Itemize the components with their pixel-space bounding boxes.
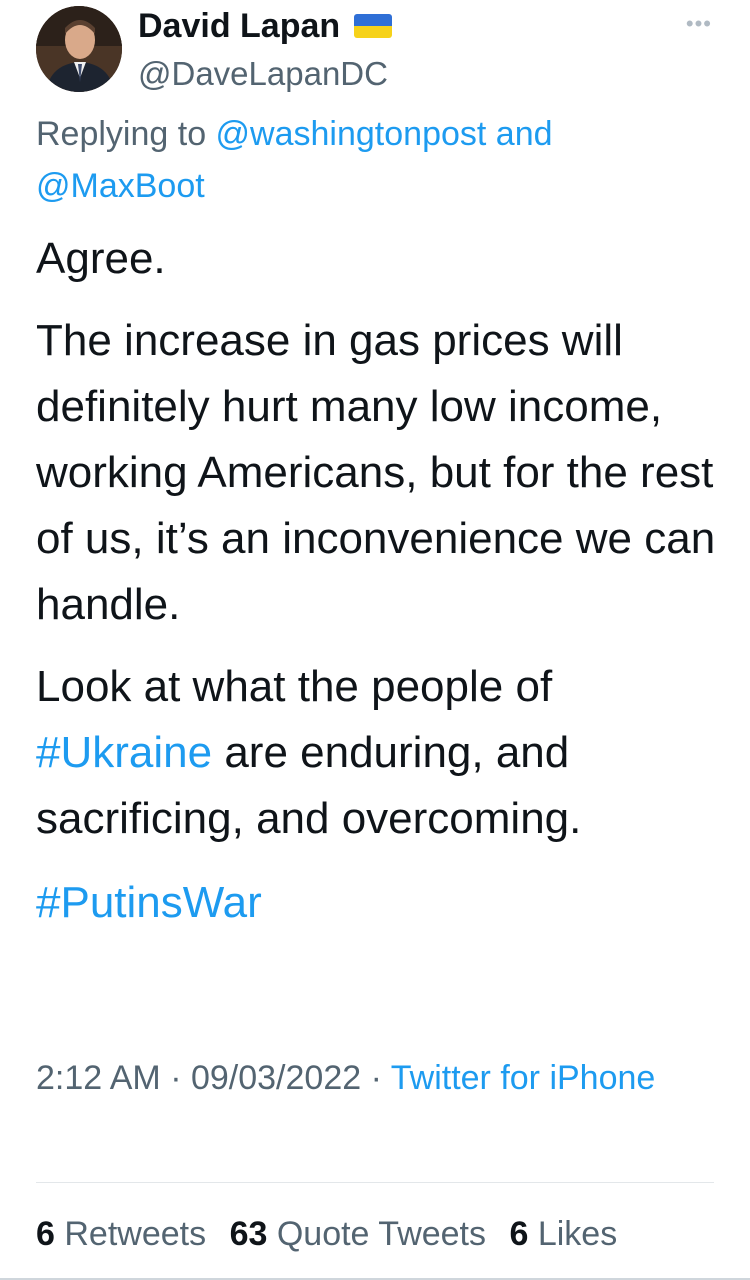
ellipsis-icon[interactable]: •••: [686, 13, 712, 35]
divider: [36, 1182, 714, 1183]
likes-stat[interactable]: 6 Likes: [509, 1215, 617, 1253]
author-name[interactable]: David Lapan: [138, 4, 393, 48]
retweets-count: 6: [36, 1215, 55, 1253]
tweet-stats: 6 Retweets 63 Quote Tweets 6 Likes: [36, 1210, 617, 1258]
hashtag-putinswar[interactable]: #PutinsWar: [36, 878, 262, 927]
avatar[interactable]: [36, 6, 122, 92]
retweets-label: Retweets: [64, 1215, 207, 1253]
tweet-paragraph-1: Agree.: [36, 234, 166, 283]
quote-tweets-label: Quote Tweets: [276, 1215, 487, 1253]
tweet-paragraph-3: Look at what the people of #Ukraine are …: [36, 654, 726, 852]
tweet: David Lapan @DaveLapanDC ••• Replying to…: [0, 0, 750, 1280]
tweet-paragraph-2: The increase in gas prices will definite…: [36, 316, 716, 629]
tweet-paragraph-3-start: Look at what the people of: [36, 662, 553, 711]
author-display-name[interactable]: David Lapan: [138, 4, 340, 48]
tweet-source[interactable]: Twitter for iPhone: [391, 1059, 656, 1097]
replying-to: Replying to @washingtonpost and @MaxBoot: [36, 108, 696, 212]
replying-to-prefix: Replying to: [36, 115, 216, 153]
likes-label: Likes: [537, 1215, 618, 1253]
ukraine-flag-icon: [354, 14, 393, 38]
avatar-photo: [36, 6, 122, 92]
mention-maxboot[interactable]: @MaxBoot: [36, 167, 205, 205]
mention-washingtonpost[interactable]: @washingtonpost: [216, 115, 487, 153]
quote-tweets-count: 63: [229, 1215, 268, 1253]
tweet-date[interactable]: 09/03/2022: [191, 1059, 361, 1097]
meta-separator: ·: [361, 1059, 391, 1097]
likes-count: 6: [509, 1215, 529, 1253]
tweet-meta: 2:12 AM · 09/03/2022 · Twitter for iPhon…: [36, 1052, 696, 1104]
quote-tweets-stat[interactable]: 63 Quote Tweets: [230, 1215, 486, 1253]
meta-separator: ·: [160, 1059, 191, 1097]
retweets-stat[interactable]: 6 Retweets: [36, 1215, 206, 1253]
author-handle[interactable]: @DaveLapanDC: [138, 52, 388, 96]
hashtag-ukraine[interactable]: #Ukraine: [36, 728, 212, 777]
replying-to-joiner[interactable]: and: [486, 115, 553, 153]
tweet-time[interactable]: 2:12 AM: [36, 1059, 161, 1097]
tweet-paragraph-4: #PutinsWar: [36, 870, 726, 936]
tweet-text: Agree. The increase in gas prices will d…: [36, 226, 726, 936]
